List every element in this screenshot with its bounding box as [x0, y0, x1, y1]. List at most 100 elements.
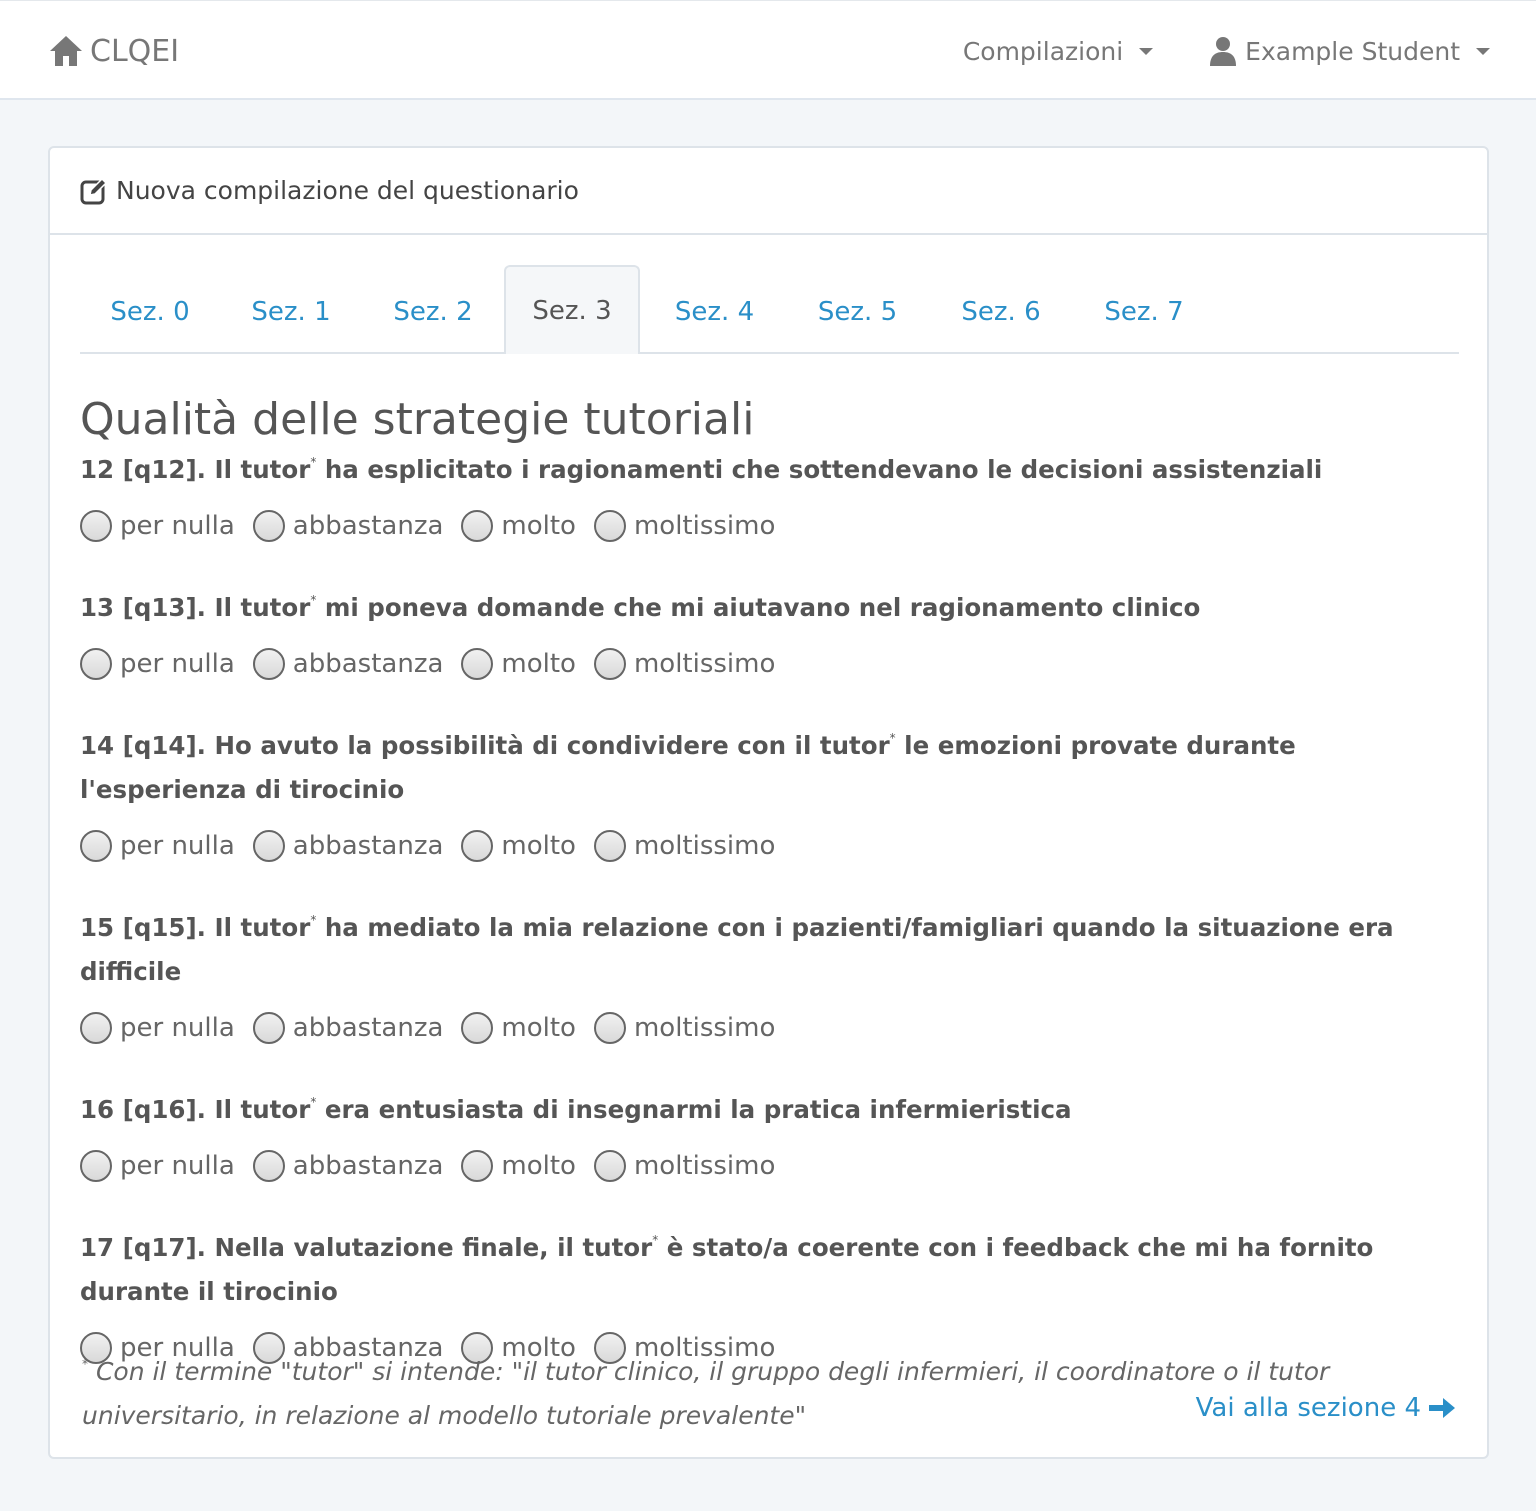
- radio-button[interactable]: [252, 510, 285, 542]
- radio-button[interactable]: [593, 1012, 626, 1044]
- question-text-start: 15 [q15]. Il tutor: [80, 913, 311, 942]
- tab-label: Sez. 3: [532, 295, 612, 326]
- option-label: moltissimo: [633, 511, 776, 541]
- answer-options: per nulla abbastanza molto moltissimo: [80, 1132, 1459, 1198]
- answer-option[interactable]: molto: [461, 510, 576, 542]
- radio-button[interactable]: [461, 830, 494, 862]
- answer-option[interactable]: per nulla: [80, 830, 235, 862]
- question-text-start: 16 [q16]. Il tutor: [80, 1095, 311, 1124]
- brand-name: CLQEI: [90, 33, 180, 69]
- answer-option[interactable]: per nulla: [80, 648, 235, 680]
- answer-option[interactable]: molto: [461, 1150, 576, 1182]
- section-content: Qualità delle strategie tutoriali 12 [q1…: [80, 380, 1459, 1380]
- question-item: 13 [q13]. Il tutor* mi poneva domande ch…: [80, 578, 1459, 696]
- tab-sez-6[interactable]: Sez. 6: [926, 267, 1076, 354]
- answer-option[interactable]: per nulla: [80, 1012, 235, 1044]
- user-name: Example Student: [1245, 36, 1460, 66]
- radio-button[interactable]: [593, 1150, 626, 1182]
- option-label: moltissimo: [633, 831, 776, 861]
- option-label: moltissimo: [633, 1151, 776, 1181]
- answer-option[interactable]: moltissimo: [593, 1012, 775, 1044]
- option-label: abbastanza: [292, 831, 444, 861]
- answer-options: per nulla abbastanza molto moltissimo: [80, 994, 1459, 1060]
- radio-button[interactable]: [461, 648, 494, 680]
- home-icon: [48, 33, 84, 69]
- answer-option[interactable]: abbastanza: [252, 830, 444, 862]
- answer-option[interactable]: abbastanza: [252, 648, 443, 680]
- radio-button[interactable]: [461, 1012, 494, 1044]
- answer-option[interactable]: per nulla: [80, 1150, 235, 1182]
- question-text-end: era entusiasta di insegnarmi la pratica …: [316, 1095, 1072, 1124]
- tab-label: Sez. 0: [110, 296, 190, 327]
- answer-option[interactable]: per nulla: [80, 510, 235, 542]
- tab-sez-0[interactable]: Sez. 0: [80, 267, 220, 354]
- caret-down-icon: [1139, 47, 1154, 55]
- radio-button[interactable]: [80, 648, 112, 680]
- radio-button[interactable]: [461, 510, 494, 542]
- tab-sez-3[interactable]: Sez. 3: [504, 265, 640, 354]
- answer-options: per nulla abbastanza molto moltissimo: [80, 630, 1459, 696]
- question-text-end: mi poneva domande che mi aiutavano nel r…: [316, 593, 1201, 622]
- radio-button[interactable]: [80, 510, 112, 542]
- radio-button[interactable]: [80, 830, 112, 862]
- radio-button[interactable]: [593, 648, 626, 680]
- tab-sez-5[interactable]: Sez. 5: [789, 267, 926, 354]
- question-text: 16 [q16]. Il tutor* era entusiasta di in…: [80, 1080, 1459, 1132]
- question-item: 12 [q12]. Il tutor* ha esplicitato i rag…: [80, 440, 1459, 558]
- tab-label: Sez. 5: [817, 296, 898, 327]
- compilazioni-dropdown[interactable]: Compilazioni: [962, 29, 1154, 73]
- section-title: Qualità delle strategie tutoriali: [80, 394, 755, 445]
- tab-label: Sez. 2: [393, 296, 473, 327]
- option-label: molto: [501, 831, 576, 861]
- user-dropdown[interactable]: Example Student: [1209, 29, 1490, 73]
- panel-heading: Nuova compilazione del questionario: [50, 148, 1487, 235]
- option-label: per nulla: [120, 1013, 235, 1043]
- question-text-start: 12 [q12]. Il tutor: [80, 455, 311, 484]
- answer-option[interactable]: abbastanza: [252, 1012, 443, 1044]
- option-label: per nulla: [120, 511, 235, 541]
- compilazioni-label: Compilazioni: [962, 36, 1124, 66]
- brand-link[interactable]: CLQEI: [48, 27, 179, 75]
- user-icon: [1209, 36, 1237, 66]
- answer-option[interactable]: abbastanza: [252, 1150, 444, 1182]
- answer-option[interactable]: molto: [461, 830, 576, 862]
- question-text-end: ha esplicitato i ragionamenti che sotten…: [316, 455, 1323, 484]
- question-text: 14 [q14]. Ho avuto la possibilità di con…: [80, 716, 1459, 812]
- radio-button[interactable]: [593, 510, 626, 542]
- edit-icon: [80, 177, 108, 205]
- tab-sez-2[interactable]: Sez. 2: [362, 267, 504, 354]
- radio-button[interactable]: [461, 1150, 494, 1182]
- answer-option[interactable]: moltissimo: [593, 830, 776, 862]
- footnote: * Con il termine "tutor" si intende: "il…: [82, 1342, 1342, 1438]
- navbar: CLQEI Compilazioni Example Student: [0, 0, 1536, 100]
- tab-label: Sez. 6: [961, 296, 1041, 327]
- tab-sez-4[interactable]: Sez. 4: [640, 267, 789, 354]
- answer-option[interactable]: moltissimo: [593, 510, 776, 542]
- option-label: molto: [501, 1013, 576, 1043]
- option-label: molto: [501, 1151, 576, 1181]
- radio-button[interactable]: [252, 1012, 285, 1044]
- radio-button[interactable]: [252, 1150, 285, 1182]
- answer-options: per nulla abbastanza molto moltissimo: [80, 812, 1459, 878]
- radio-button[interactable]: [80, 1012, 112, 1044]
- option-label: per nulla: [120, 1151, 235, 1181]
- answer-option[interactable]: molto: [461, 1012, 576, 1044]
- question-text-start: 17 [q17]. Nella valutazione finale, il t…: [80, 1233, 653, 1262]
- next-section-link[interactable]: Vai alla sezione 4: [1196, 1386, 1457, 1430]
- radio-button[interactable]: [80, 1150, 112, 1182]
- tab-sez-7[interactable]: Sez. 7: [1076, 267, 1212, 354]
- answer-option[interactable]: abbastanza: [252, 510, 443, 542]
- option-label: abbastanza: [292, 1151, 444, 1181]
- radio-button[interactable]: [593, 830, 626, 862]
- answer-option[interactable]: moltissimo: [593, 1150, 776, 1182]
- tab-label: Sez. 1: [251, 296, 331, 327]
- panel-title: Nuova compilazione del questionario: [116, 176, 579, 205]
- option-label: per nulla: [120, 649, 235, 679]
- radio-button[interactable]: [252, 648, 285, 680]
- answer-option[interactable]: molto: [461, 648, 576, 680]
- question-text-start: 14 [q14]. Ho avuto la possibilità di con…: [80, 731, 890, 760]
- tab-sez-1[interactable]: Sez. 1: [220, 267, 362, 354]
- answer-option[interactable]: moltissimo: [593, 648, 775, 680]
- radio-button[interactable]: [252, 830, 285, 862]
- question-text: 15 [q15]. Il tutor* ha mediato la mia re…: [80, 898, 1459, 994]
